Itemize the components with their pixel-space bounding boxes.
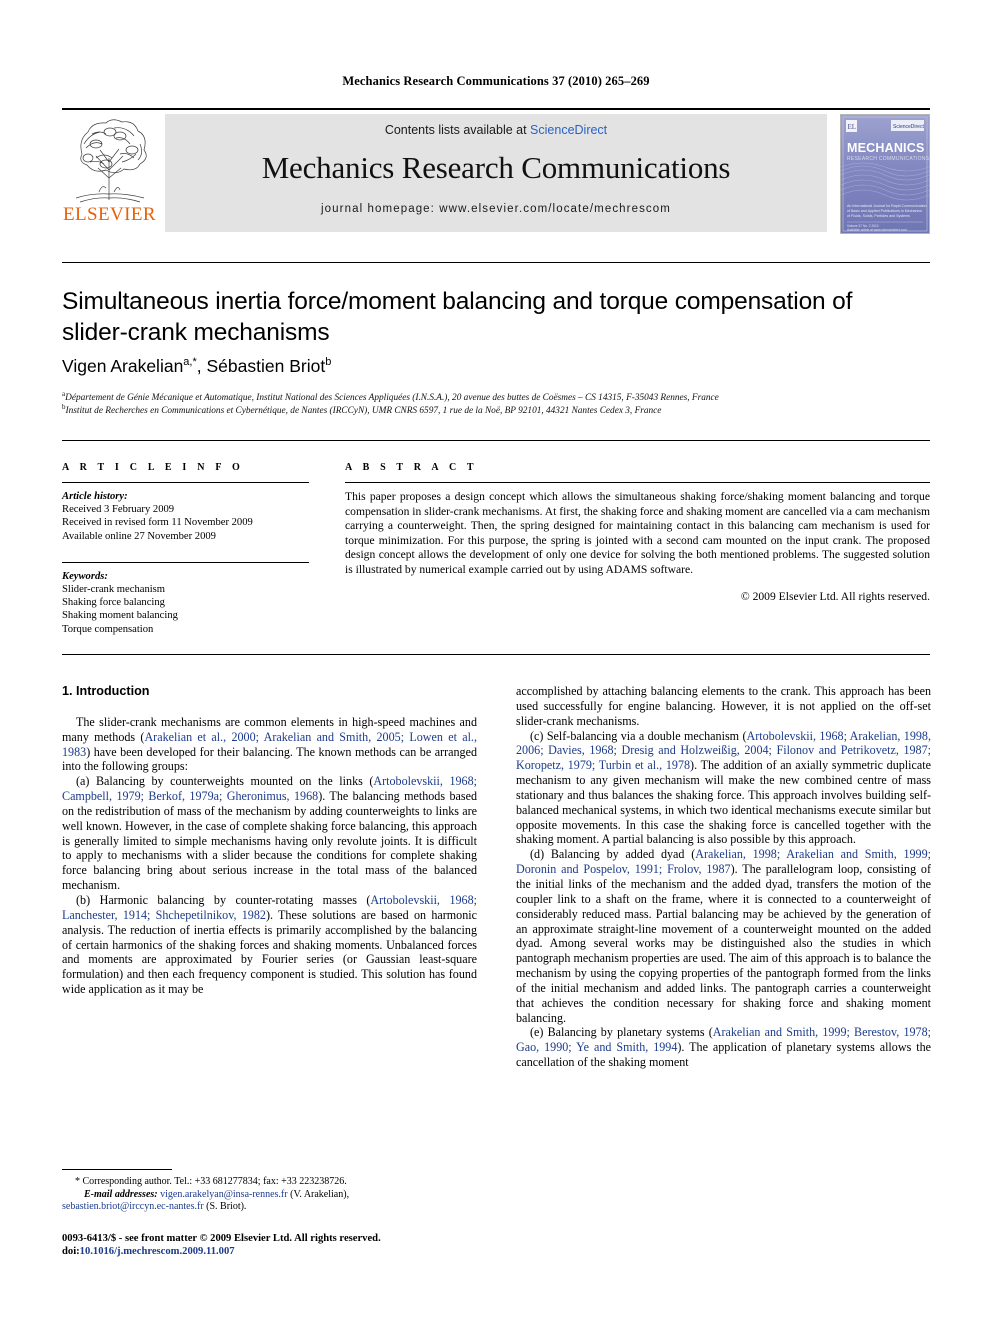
copyright-line: © 2009 Elsevier Ltd. All rights reserved… [740, 589, 930, 603]
history-item: Received 3 February 2009 [62, 504, 175, 516]
footnote-divider [62, 1169, 172, 1170]
article-info-column: A R T I C L E I N F O Article history: R… [62, 462, 309, 636]
svg-text:of Fluids, Solids, Particles a: of Fluids, Solids, Particles and Systems [847, 214, 910, 218]
corresponding-author-text: Corresponding author. Tel.: +33 68127783… [82, 1176, 347, 1187]
sciencedirect-link[interactable]: ScienceDirect [530, 123, 607, 137]
keywords-label: Keywords: [62, 570, 108, 582]
history-item: Available online 27 November 2009 [62, 530, 216, 542]
email-owner-2: (S. Briot). [206, 1201, 247, 1213]
body-text: ). The parallelogram loop, consisting of… [516, 862, 931, 1025]
body-paragraph: (e) Balancing by planetary systems (Arak… [516, 1025, 931, 1070]
svg-text:MECHANICS: MECHANICS [847, 141, 925, 155]
body-paragraph: accomplished by attaching balancing elem… [516, 684, 931, 729]
keyword-item: Slider-crank mechanism [62, 584, 166, 596]
email-line-1: E-mail addresses: vigen.arakelyan@insa-r… [84, 1189, 477, 1202]
svg-text:of Basic and Applied Publicati: of Basic and Applied Publications in Mec… [847, 209, 922, 213]
article-info-heading: A R T I C L E I N F O [62, 462, 244, 473]
doi-label: doi: [62, 1246, 80, 1258]
author-list: Vigen Arakeliana,*, Sébastien Briotb [62, 356, 912, 377]
email-addresses-label: E-mail addresses: [84, 1188, 158, 1200]
abstract-rule [345, 482, 930, 483]
keywords-block: Keywords: Slider-crank mechanism Shaking… [62, 561, 309, 636]
email-link-1[interactable]: vigen.arakelyan@insa-rennes.fr [160, 1189, 288, 1200]
footnote-block: * Corresponding author. Tel.: +33 681277… [62, 1176, 477, 1214]
article-history-label: Article history: [62, 491, 128, 502]
article-page: Mechanics Research Communications 37 (20… [0, 0, 992, 1323]
elsevier-logo: ELSEVIER [62, 114, 157, 232]
keywords-rule [62, 561, 309, 563]
author-separator: , [196, 356, 207, 376]
body-divider [62, 654, 930, 655]
page-title: Simultaneous inertia force/moment balanc… [62, 288, 853, 346]
body-paragraph: (c) Self-balancing via a double mechanis… [516, 729, 931, 848]
body-text: ). The balancing methods based on the re… [62, 789, 477, 893]
journal-homepage[interactable]: journal homepage: www.elsevier.com/locat… [165, 203, 827, 215]
contents-available-line: Contents lists available at ScienceDirec… [165, 114, 827, 137]
keyword-item: Shaking force balancing [62, 597, 165, 609]
keywords-group: Keywords: Slider-crank mechanism Shaking… [62, 570, 309, 636]
email-owner-1: (V. Arakelian), [290, 1188, 350, 1200]
keyword-item: Torque compensation [62, 623, 154, 635]
body-paragraph: (b) Harmonic balancing by counter-rotati… [62, 893, 477, 997]
author-2-affil-marker: b [325, 356, 332, 369]
body-text: (c) Self-balancing via a double mechanis… [530, 728, 747, 743]
abstract-text: This paper proposes a design concept whi… [345, 490, 930, 576]
body-text: accomplished by attaching balancing elem… [516, 684, 931, 728]
body-right-paragraphs: accomplished by attaching balancing elem… [516, 684, 931, 1070]
running-head: Mechanics Research Communications 37 (20… [342, 74, 650, 88]
journal-cover-art: EL ScienceDirect MECHANICS RESEARCH COMM… [841, 115, 929, 233]
info-divider [62, 440, 930, 441]
author-name-2: Sébastien Briot [206, 356, 326, 376]
section-title-introduction: 1. Introduction [62, 684, 150, 698]
doi-link[interactable]: 10.1016/j.mechrescom.2009.11.007 [80, 1246, 235, 1257]
body-text: (a) Balancing by counterweights mounted … [76, 774, 374, 789]
keyword-item: Shaking moment balancing [62, 610, 178, 622]
elsevier-tree-icon [75, 119, 147, 203]
svg-text:RESEARCH COMMUNICATIONS: RESEARCH COMMUNICATIONS [847, 156, 929, 162]
imprint-line: 0093-6413/$ - see front matter © 2009 El… [62, 1233, 381, 1244]
svg-text:ScienceDirect: ScienceDirect [893, 124, 924, 130]
body-column-left: 1. Introduction The slider-crank mechani… [62, 684, 477, 1154]
elsevier-wordmark: ELSEVIER [63, 204, 156, 225]
imprint-block: 0093-6413/$ - see front matter © 2009 El… [62, 1232, 492, 1259]
affiliation-b: bInstitut de Recherches en Communication… [62, 401, 932, 418]
svg-text:EL: EL [848, 123, 857, 131]
author-name-1: Vigen Arakelian [62, 356, 184, 376]
journal-title: Mechanics Research Communications [261, 150, 731, 185]
abstract-column: A B S T R A C T This paper proposes a de… [345, 462, 930, 603]
journal-cover-thumbnail: EL ScienceDirect MECHANICS RESEARCH COMM… [840, 114, 930, 234]
corresponding-author-note: * Corresponding author. Tel.: +33 681277… [75, 1176, 477, 1189]
body-column-right: accomplished by attaching balancing elem… [516, 684, 931, 1259]
body-text: ) have been developed for their balancin… [62, 744, 477, 774]
article-info-rule [62, 482, 309, 483]
svg-text:An International Journal for R: An International Journal for Rapid Commu… [847, 204, 927, 208]
email-line-2: sebastien.briot@irccyn.ec-nantes.fr (S. … [62, 1201, 477, 1214]
body-paragraph: (a) Balancing by counterweights mounted … [62, 774, 477, 893]
svg-text:Available online at www.scienc: Available online at www.sciencedirect.co… [847, 228, 907, 232]
body-paragraph: The slider-crank mechanisms are common e… [62, 715, 477, 774]
article-history: Article history: Received 3 February 200… [62, 490, 309, 543]
journal-masthead: ELSEVIER Contents lists available at Sci… [62, 108, 930, 234]
contents-prefix: Contents lists available at [384, 123, 531, 137]
body-text: (d) Balancing by added dyad ( [530, 847, 696, 862]
journal-band: Contents lists available at ScienceDirec… [165, 114, 827, 232]
history-item: Received in revised form 11 November 200… [62, 517, 253, 529]
asterisk-icon: * [75, 1176, 80, 1187]
body-text: (b) Harmonic balancing by counter-rotati… [76, 892, 371, 907]
title-divider [62, 262, 930, 263]
body-text: (e) Balancing by planetary systems ( [530, 1025, 713, 1040]
body-left-paragraphs: The slider-crank mechanisms are common e… [62, 715, 477, 997]
author-1-affil-marker: a,* [183, 356, 197, 369]
body-paragraph: (d) Balancing by added dyad (Arakelian, … [516, 847, 931, 1025]
affiliation-b-text: Institut de Recherches en Communications… [65, 406, 662, 417]
email-link-2[interactable]: sebastien.briot@irccyn.ec-nantes.fr [62, 1201, 204, 1212]
doi-line: doi:10.1016/j.mechrescom.2009.11.007 [62, 1245, 492, 1258]
abstract-heading: A B S T R A C T [345, 462, 478, 473]
